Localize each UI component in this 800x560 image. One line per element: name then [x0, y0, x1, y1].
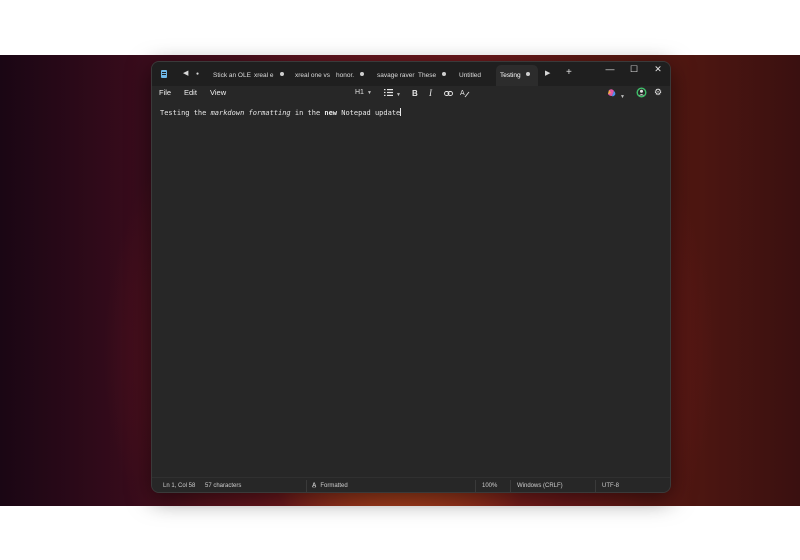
unsaved-dot-icon: •	[360, 72, 364, 76]
tab-label: xreal e	[254, 72, 274, 79]
tab-label: These	[418, 72, 437, 79]
text-plain: Testing the	[160, 109, 211, 117]
menu-bar: File Edit View H1 ▼ ▼ B I A ▼ ⚙	[152, 86, 670, 105]
title-bar: ◀ ● Stick an OLE xreal e • xreal one vs …	[152, 62, 670, 86]
tab-label: honor.	[336, 72, 355, 79]
menu-edit[interactable]: Edit	[184, 88, 197, 97]
copilot-icon	[608, 89, 616, 97]
notepad-window: ◀ ● Stick an OLE xreal e • xreal one vs …	[151, 61, 671, 493]
format-mode[interactable]: A̲ Formatted	[312, 483, 348, 489]
text-plain: Notepad update	[337, 109, 401, 117]
chevron-down-icon: ▼	[620, 94, 625, 100]
tab-scroll-left-icon[interactable]: ◀	[183, 69, 188, 77]
tab-honor[interactable]: honor. •	[336, 65, 368, 86]
tab-label: xreal one vs	[295, 72, 331, 79]
svg-text:A: A	[460, 90, 465, 97]
clear-formatting-icon: A	[460, 90, 470, 98]
tab-xreal-e[interactable]: xreal e •	[254, 65, 292, 86]
minimize-button[interactable]: —	[603, 64, 617, 74]
chevron-down-icon: ▼	[396, 92, 401, 98]
tab-savage-raver[interactable]: savage raver	[377, 65, 415, 86]
status-divider	[475, 480, 476, 492]
italic-button[interactable]: I	[429, 88, 432, 98]
status-divider	[510, 480, 511, 492]
character-count: 57 characters	[205, 483, 242, 489]
text-italic: markdown formatting	[210, 109, 291, 117]
tab-label: Testing	[500, 72, 521, 79]
tab-scroll-right-icon[interactable]: ▶	[545, 69, 550, 77]
text-caret	[400, 108, 402, 116]
notepad-app-icon	[161, 70, 167, 78]
tab-untitled[interactable]: Untitled	[459, 65, 495, 86]
status-divider	[306, 480, 307, 492]
status-bar: Ln 1, Col 58 57 characters A̲ Formatted 1…	[152, 477, 670, 492]
heading-label: H1	[355, 89, 364, 96]
unsaved-dot-icon: •	[442, 72, 446, 76]
menu-view[interactable]: View	[210, 88, 226, 97]
tab-label: savage raver	[377, 72, 415, 79]
zoom-level[interactable]: 100%	[482, 483, 497, 489]
new-tab-button[interactable]: +	[566, 68, 572, 78]
menu-file[interactable]: File	[159, 88, 171, 97]
tab-dot-icon: ●	[196, 71, 200, 77]
tab-these[interactable]: These •	[418, 65, 454, 86]
chevron-down-icon: ▼	[366, 90, 372, 96]
settings-button[interactable]: ⚙	[654, 87, 662, 98]
format-mode-label: Formatted	[320, 483, 348, 489]
link-button[interactable]	[444, 91, 453, 98]
document-line: Testing the markdown formatting in the n…	[160, 108, 660, 117]
account-sync-button[interactable]	[636, 87, 647, 100]
clear-formatting-button[interactable]: A	[460, 88, 470, 100]
unsaved-dot-icon: •	[280, 72, 284, 76]
close-button[interactable]: ✕	[651, 64, 665, 75]
tab-xreal-one-vs[interactable]: xreal one vs	[295, 65, 333, 86]
tab-label: Stick an OLE	[213, 72, 251, 79]
list-icon	[384, 89, 393, 96]
text-plain: in the	[290, 109, 325, 117]
gear-icon: ⚙	[654, 87, 663, 97]
unsaved-dot-icon: •	[526, 72, 530, 76]
encoding[interactable]: UTF-8	[602, 483, 619, 489]
text-bold: new	[324, 109, 338, 117]
text-format-icon: A̲	[312, 483, 317, 489]
copilot-button[interactable]: ▼	[607, 88, 625, 100]
text-editor[interactable]: Testing the markdown formatting in the n…	[160, 108, 660, 468]
tab-stick-an-ole[interactable]: Stick an OLE	[213, 65, 251, 86]
list-dropdown[interactable]: ▼	[384, 89, 401, 98]
link-icon	[444, 91, 453, 96]
account-sync-icon	[636, 87, 647, 98]
cursor-position[interactable]: Ln 1, Col 58	[163, 483, 195, 489]
status-divider	[595, 480, 596, 492]
maximize-button[interactable]: ☐	[627, 64, 641, 75]
tab-testing[interactable]: Testing •	[496, 65, 538, 86]
bold-button[interactable]: B	[412, 89, 418, 98]
line-ending[interactable]: Windows (CRLF)	[517, 483, 563, 489]
heading-dropdown[interactable]: H1 ▼	[355, 89, 372, 96]
tab-label: Untitled	[459, 72, 482, 79]
